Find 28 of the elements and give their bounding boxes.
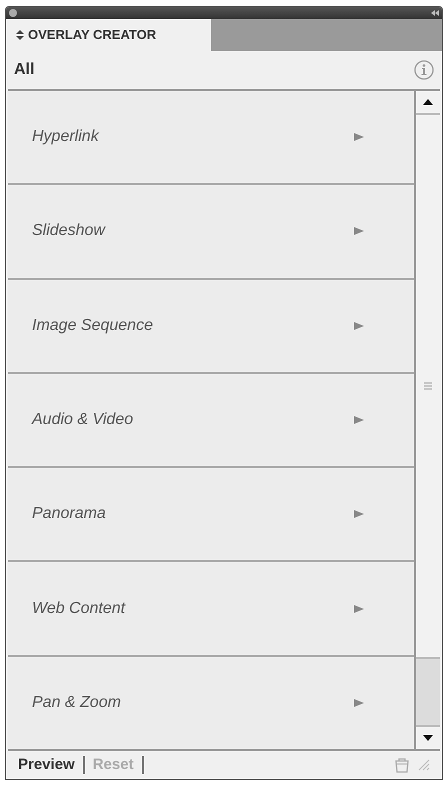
panel-tab[interactable]: OVERLAY CREATOR [6,19,211,51]
play-arrow-icon [354,226,364,236]
play-arrow-icon [354,320,364,331]
overlay-list-item[interactable]: Audio & Video [8,374,414,468]
overlay-list-item[interactable]: Slideshow [8,185,414,280]
grip-icon[interactable] [424,382,432,390]
trash-icon[interactable] [394,757,410,773]
scrollbar-thumb[interactable] [416,657,440,725]
panel-tab-label: OVERLAY CREATOR [28,26,156,44]
play-arrow-icon [354,604,364,614]
resize-grip-icon[interactable] [418,759,430,771]
play-arrow-icon [354,509,364,520]
overlay-list-item[interactable]: Panorama [8,468,414,562]
collapse-icon[interactable] [431,10,439,16]
play-arrow-icon [354,698,364,708]
scroll-down-icon [423,735,433,741]
scroll-up-icon [423,99,433,105]
overlay-list-item[interactable]: Web Content [8,562,414,657]
play-arrow-icon [354,414,364,425]
close-icon[interactable] [9,9,17,17]
overlay-list-item[interactable]: Pan & Zoom [8,656,414,749]
play-arrow-icon [354,132,364,142]
overlay-list-item[interactable]: Image Sequence [8,280,414,374]
filter-label[interactable]: All [14,58,34,82]
up-down-icon [16,30,24,40]
overlay-list-item[interactable]: Hyperlink [8,91,414,186]
info-icon[interactable] [414,60,434,80]
preview-button[interactable]: Preview [18,754,75,776]
